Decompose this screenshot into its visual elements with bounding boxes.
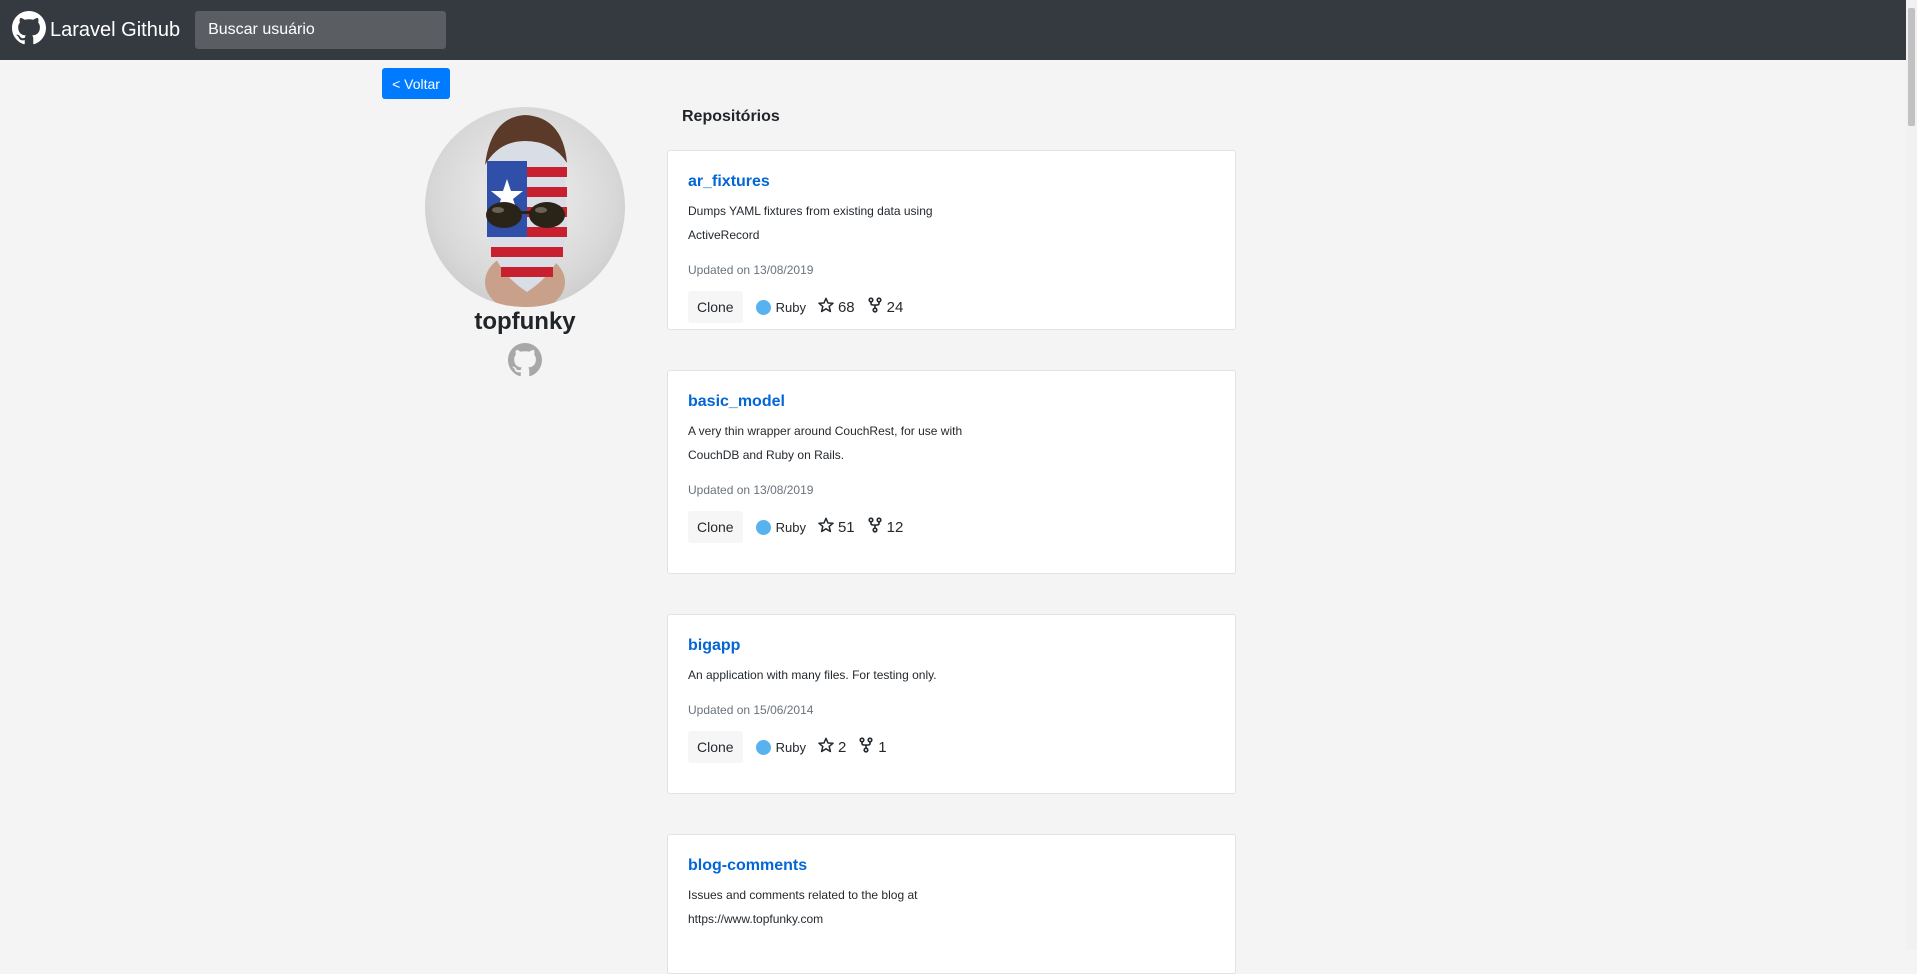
repo-updated: Updated on 13/08/2019 — [688, 483, 814, 497]
language-label: Ruby — [775, 519, 806, 535]
fork-icon — [858, 737, 878, 757]
forks-count: 1 — [858, 737, 887, 757]
fork-icon — [867, 297, 887, 317]
repo-name-link[interactable]: ar_fixtures — [688, 173, 1215, 191]
github-icon — [12, 10, 46, 50]
star-icon — [818, 517, 838, 537]
clone-button[interactable]: Clone — [688, 511, 743, 543]
stars-value: 2 — [837, 738, 847, 756]
repo-card: ar_fixtures Dumps YAML fixtures from exi… — [667, 150, 1236, 330]
stars-value: 51 — [837, 518, 855, 536]
back-button[interactable]: < Voltar — [382, 68, 450, 99]
repo-updated: Updated on 15/06/2014 — [688, 703, 814, 717]
profile-username: topfunky — [474, 308, 576, 335]
forks-value: 12 — [886, 518, 904, 536]
stars-value: 68 — [837, 298, 855, 316]
language-dot — [755, 299, 771, 315]
forks-value: 24 — [886, 298, 904, 316]
repo-footer: Clone Ruby 51 12 — [688, 511, 1215, 543]
language-label: Ruby — [775, 739, 806, 755]
github-icon — [508, 343, 542, 381]
star-icon — [818, 297, 838, 317]
repo-description: A very thin wrapper around CouchRest, fo… — [688, 424, 963, 462]
repo-language: Ruby — [755, 299, 806, 315]
repo-card: basic_model A very thin wrapper around C… — [667, 370, 1236, 574]
star-icon — [818, 737, 838, 757]
repos-heading: Repositórios — [682, 108, 780, 125]
forks-count: 24 — [867, 297, 904, 317]
repo-name-link[interactable]: basic_model — [688, 393, 1215, 411]
clone-button[interactable]: Clone — [688, 731, 743, 763]
github-profile-link[interactable] — [508, 343, 542, 377]
repo-card: bigapp An application with many files. F… — [667, 614, 1236, 794]
forks-value: 1 — [878, 738, 887, 756]
repo-name-link[interactable]: blog-comments — [688, 857, 1215, 875]
language-label: Ruby — [775, 299, 806, 315]
repo-footer: Clone Ruby 68 24 — [688, 291, 1215, 323]
search-input[interactable] — [195, 11, 447, 49]
avatar — [425, 107, 625, 307]
repo-footer: Clone Ruby 2 1 — [688, 731, 1215, 763]
repo-description: An application with many files. For test… — [688, 668, 937, 682]
repo-card: blog-comments Issues and comments relate… — [667, 834, 1236, 974]
language-dot — [755, 519, 771, 535]
stars-count: 51 — [818, 517, 855, 537]
top-navbar: Laravel Github — [0, 0, 1906, 60]
stars-count: 2 — [818, 737, 846, 757]
language-dot — [755, 739, 771, 755]
clone-button[interactable]: Clone — [688, 291, 743, 323]
repo-description: Issues and comments related to the blog … — [688, 888, 918, 926]
brand-link[interactable]: Laravel Github — [12, 10, 181, 50]
repo-language: Ruby — [755, 739, 806, 755]
page-scrollbar[interactable] — [1906, 0, 1917, 950]
scrollbar-thumb[interactable] — [1908, 8, 1915, 126]
repo-updated: Updated on 13/08/2019 — [688, 263, 814, 277]
stars-count: 68 — [818, 297, 855, 317]
repo-language: Ruby — [755, 519, 806, 535]
brand-label: Laravel Github — [50, 18, 181, 41]
repo-description: Dumps YAML fixtures from existing data u… — [688, 204, 933, 242]
fork-icon — [867, 517, 887, 537]
forks-count: 12 — [867, 517, 904, 537]
repo-name-link[interactable]: bigapp — [688, 637, 1215, 655]
